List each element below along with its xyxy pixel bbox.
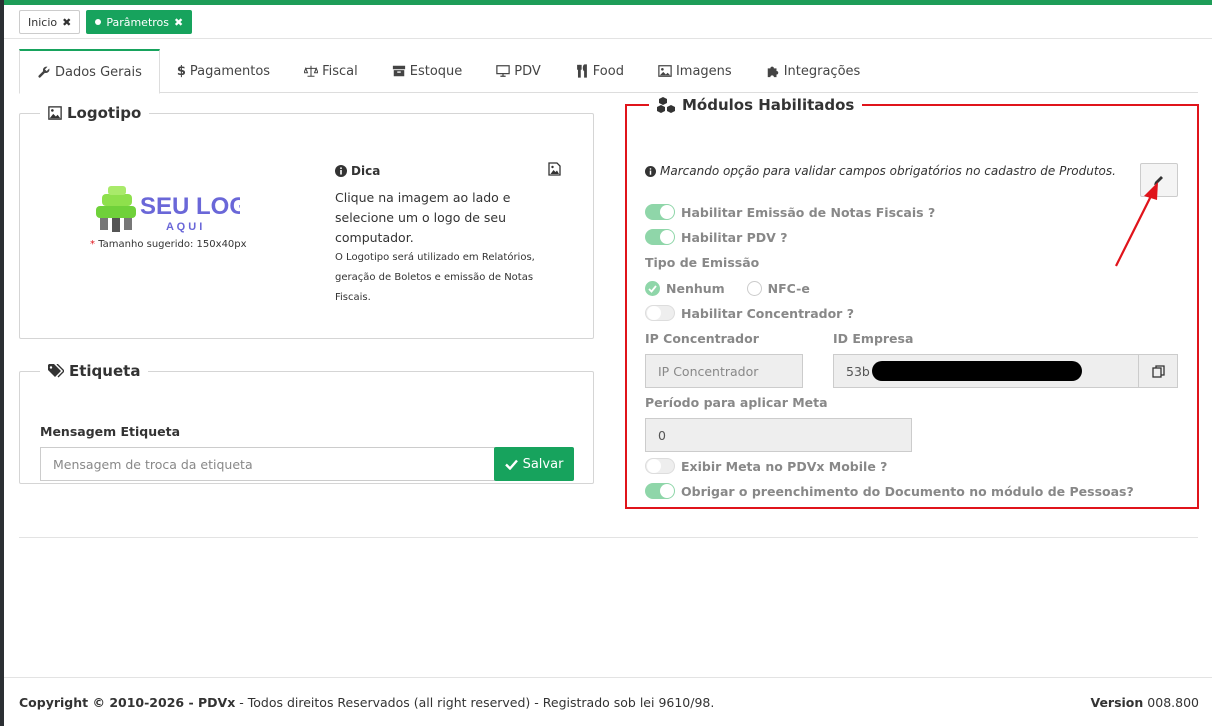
logo-size-hint: * Tamanho sugerido: 150x40px	[90, 239, 247, 250]
tipo-emissao-radios: Nenhum NFC-e	[645, 281, 810, 296]
upload-image-icon[interactable]	[548, 162, 561, 180]
copy-icon	[1151, 364, 1165, 378]
tab-estoque[interactable]: Estoque	[375, 49, 480, 93]
toggle-documento-row[interactable]: Obrigar o preenchimento do Documento no …	[645, 483, 1134, 499]
tab-dados-gerais[interactable]: Dados Gerais	[19, 49, 160, 94]
wrench-icon	[38, 66, 50, 78]
radio-nenhum[interactable]	[645, 281, 660, 296]
puzzle-icon	[767, 66, 778, 78]
archive-icon	[392, 65, 405, 77]
info-icon	[645, 165, 656, 177]
etiqueta-panel: Etiqueta Mensagem Etiqueta Mensagem de t…	[19, 362, 594, 484]
svg-text:A Q U I: A Q U I	[166, 221, 202, 233]
toggle-switch[interactable]	[645, 458, 675, 474]
image-icon	[48, 106, 62, 120]
toggle-switch[interactable]	[645, 229, 675, 245]
logo-image[interactable]: SEU LOGO A Q U I	[90, 182, 267, 237]
toggle-nfe-row[interactable]: Habilitar Emissão de Notas Fiscais ?	[645, 204, 935, 220]
id-empresa-input: 53b	[833, 354, 1139, 388]
save-button[interactable]: Salvar	[494, 447, 574, 481]
tab-pagamentos[interactable]: $ Pagamentos	[160, 49, 287, 93]
active-dot-icon	[95, 19, 102, 25]
close-icon[interactable]: ✖	[174, 16, 183, 29]
ip-concentrador-label: IP Concentrador	[645, 331, 759, 346]
footer-divider	[4, 677, 1212, 678]
cubes-icon	[657, 97, 675, 113]
image-icon	[658, 65, 672, 77]
pill-tab-inicio[interactable]: Inicio ✖	[19, 10, 81, 34]
tab-integracoes[interactable]: Integrações	[749, 49, 878, 93]
monitor-icon	[496, 65, 511, 77]
cutlery-icon	[576, 64, 587, 78]
tab-label: Imagens	[675, 63, 732, 79]
left-edge	[0, 0, 4, 726]
svg-text:SEU LOGO: SEU LOGO	[140, 193, 240, 220]
dica-text: Clique na imagem ao lado e selecione um …	[335, 190, 511, 245]
close-icon[interactable]: ✖	[62, 16, 71, 29]
periodo-meta-input[interactable]: 0	[645, 418, 912, 452]
logotipo-title: Logotipo	[40, 104, 149, 122]
modulos-title: Módulos Habilitados	[649, 96, 862, 114]
divider	[19, 537, 1198, 538]
tags-icon	[48, 364, 64, 378]
tab-label: Dados Gerais	[55, 64, 142, 80]
dica-small-text: O Logotipo será utilizado em Relatórios,…	[335, 252, 535, 303]
pill-tab-label: Inicio	[28, 15, 58, 29]
tab-label: PDV	[514, 63, 541, 79]
toggle-switch[interactable]	[645, 305, 675, 321]
modulos-info: Marcando opção para validar campos obrig…	[645, 164, 1116, 178]
radio-nenhum-label: Nenhum	[666, 281, 725, 296]
balance-scale-icon	[304, 65, 319, 77]
tab-label: Integrações	[783, 63, 861, 79]
check-icon	[648, 284, 657, 293]
radio-nfce[interactable]	[746, 281, 762, 296]
redacted-value	[871, 361, 1082, 381]
tab-label: Estoque	[409, 63, 463, 79]
info-icon	[335, 165, 347, 177]
top-accent-bar	[0, 0, 1212, 5]
radio-nfce-label: NFC-e	[767, 281, 810, 296]
footer-version: Version 008.800	[1090, 695, 1199, 710]
toggle-switch[interactable]	[645, 204, 675, 220]
tab-food[interactable]: Food	[558, 49, 641, 93]
mensagem-etiqueta-label: Mensagem Etiqueta	[40, 424, 181, 439]
tab-label: Fiscal	[322, 63, 358, 79]
toggle-pdv-row[interactable]: Habilitar PDV ?	[645, 229, 787, 245]
tipo-emissao-label: Tipo de Emissão	[645, 255, 760, 270]
mensagem-etiqueta-input[interactable]: Mensagem de troca da etiqueta	[40, 447, 495, 481]
tab-pdv[interactable]: PDV	[479, 49, 558, 93]
check-icon	[504, 459, 518, 470]
ip-concentrador-input[interactable]: IP Concentrador	[645, 354, 803, 388]
id-empresa-label: ID Empresa	[833, 331, 914, 346]
dica-title: Dica	[335, 164, 380, 178]
open-pages-tabs: Inicio ✖ Parâmetros ✖	[19, 10, 193, 34]
tab-label: Pagamentos	[189, 63, 271, 79]
modulos-panel: Módulos Habilitados Marcando opção para …	[625, 96, 1199, 509]
tab-imagens[interactable]: Imagens	[641, 49, 749, 93]
logotipo-panel: Logotipo SEU LOGO A Q U I * Tamanho suge…	[19, 104, 594, 339]
tab-fiscal[interactable]: Fiscal	[287, 49, 375, 93]
divider	[4, 38, 1212, 39]
pill-tab-label: Parâmetros	[106, 15, 170, 29]
toggle-switch[interactable]	[645, 483, 675, 499]
toggle-concentrador-row[interactable]: Habilitar Concentrador ?	[645, 305, 854, 321]
footer-copyright: Copyright © 2010-2026 - PDVx - Todos dir…	[19, 695, 715, 710]
tab-label: Food	[592, 63, 624, 79]
annotation-arrow	[1115, 182, 1158, 267]
etiqueta-title: Etiqueta	[40, 362, 148, 380]
settings-tabs: Dados Gerais $ Pagamentos Fiscal Estoque…	[19, 49, 1198, 94]
periodo-meta-label: Período para aplicar Meta	[645, 395, 828, 410]
toggle-meta-mobile-row[interactable]: Exibir Meta no PDVx Mobile ?	[645, 458, 887, 474]
required-mark: *	[90, 239, 95, 250]
pill-tab-parametros[interactable]: Parâmetros ✖	[86, 10, 193, 34]
dollar-icon: $	[176, 63, 186, 79]
copy-button[interactable]	[1138, 354, 1178, 388]
